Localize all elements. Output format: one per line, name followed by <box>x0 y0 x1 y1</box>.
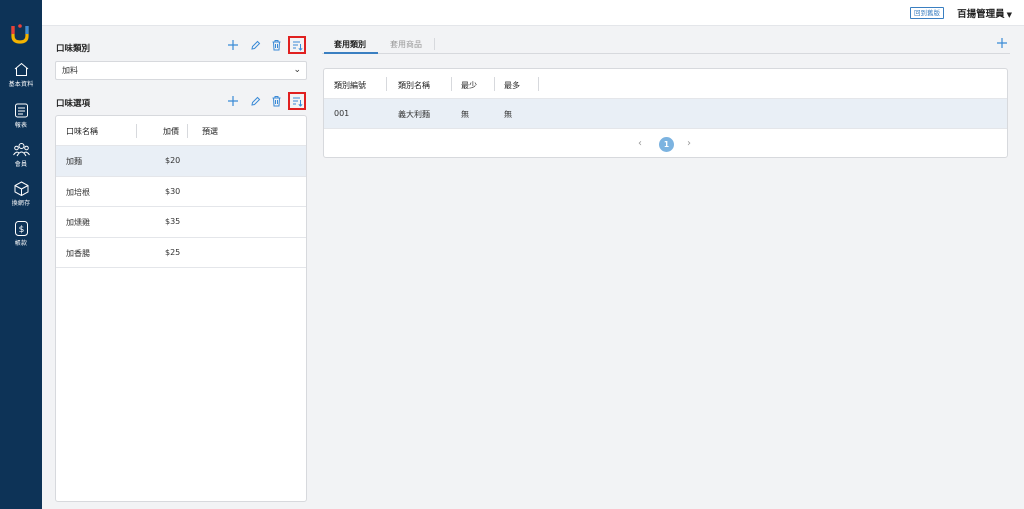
trash-icon <box>272 40 280 51</box>
brand-logo-icon <box>11 24 29 44</box>
pencil-icon <box>250 40 260 50</box>
sidebar-item-inventory[interactable]: 換網存 <box>0 181 42 207</box>
column-divider <box>451 77 452 91</box>
page-number-button[interactable]: 1 <box>659 137 674 152</box>
column-divider <box>136 124 137 138</box>
column-divider <box>494 77 495 91</box>
delete-category-button[interactable] <box>267 36 285 54</box>
pagination: ‹ 1 › <box>324 131 1007 157</box>
option-name: 加燻雞 <box>66 218 90 227</box>
apply-category-table: 類別編號 類別名稱 最少 最多 001 義大利麵 無 無 ‹ 1 › <box>323 68 1008 158</box>
edit-category-button[interactable] <box>246 36 264 54</box>
category-name: 義大利麵 <box>398 110 430 119</box>
sort-category-button[interactable] <box>288 36 306 54</box>
table-row[interactable]: 加香腸 $25 <box>56 238 306 268</box>
column-header: 預選 <box>202 127 218 136</box>
column-header: 類別名稱 <box>398 81 430 90</box>
option-name: 加培根 <box>66 187 90 197</box>
table-row[interactable]: 加培根 $30 <box>56 177 306 207</box>
flavor-options-table: 口味名稱 加價 預選 加麵 $20 加培根 $30 加燻雞 $35 加香腸 $2… <box>55 115 307 502</box>
flavor-options-actions <box>224 92 306 110</box>
sidebar-item-label: 基本資料 <box>8 81 34 88</box>
column-divider <box>187 124 188 138</box>
sidebar-item-members[interactable]: 會員 <box>0 142 42 168</box>
svg-text:$: $ <box>18 225 24 235</box>
flavor-category-actions <box>224 36 306 54</box>
back-to-old-version-button[interactable]: 回到舊版 <box>910 7 944 19</box>
sidebar-item-reports[interactable]: 報表 <box>0 103 42 129</box>
dollar-icon: $ <box>14 221 28 236</box>
sidebar-item-label: 帳款 <box>14 240 28 247</box>
sidebar-item-label: 會員 <box>14 161 28 168</box>
flavor-panel: 口味類別 加料 ⌄ 口味選項 口味名稱 加價 預選 加麵 $20 加培根 $30… <box>50 32 312 502</box>
option-price: $20 <box>165 156 181 165</box>
plus-icon <box>228 96 238 106</box>
user-menu[interactable]: 百揚管理員 ▼ <box>957 6 1012 20</box>
top-bar: 回到舊版 百揚管理員 ▼ <box>42 0 1024 26</box>
delete-option-button[interactable] <box>267 92 285 110</box>
flavor-options-title: 口味選項 <box>56 99 91 109</box>
add-category-button[interactable] <box>224 36 242 54</box>
table-header: 類別編號 類別名稱 最少 最多 <box>324 69 1007 99</box>
add-apply-button[interactable] <box>996 37 1008 52</box>
category-id: 001 <box>334 109 350 118</box>
chevron-down-icon: ⌄ <box>293 65 301 75</box>
plus-icon <box>997 38 1007 48</box>
sidebar-item-basic-data[interactable]: 基本資料 <box>0 62 42 88</box>
sidebar-item-label: 換網存 <box>11 200 31 207</box>
column-divider <box>538 77 539 91</box>
flavor-category-select[interactable]: 加料 ⌄ <box>55 61 307 80</box>
column-header: 最少 <box>461 81 477 90</box>
edit-option-button[interactable] <box>246 92 264 110</box>
box-icon <box>14 181 28 196</box>
option-name: 加香腸 <box>66 248 90 258</box>
table-row[interactable]: 加麵 $20 <box>56 146 306 177</box>
trash-icon <box>272 96 280 107</box>
prev-page-icon[interactable]: ‹ <box>638 138 642 149</box>
active-tab-indicator <box>324 52 378 54</box>
tab-divider <box>434 38 435 50</box>
option-name: 加麵 <box>66 157 82 166</box>
next-page-icon[interactable]: › <box>687 138 691 149</box>
members-icon <box>12 143 30 157</box>
column-header: 類別編號 <box>334 81 366 90</box>
column-header: 加價 <box>163 127 179 136</box>
home-icon <box>14 62 28 76</box>
table-row[interactable]: 加燻雞 $35 <box>56 207 306 238</box>
select-value: 加料 <box>62 66 78 75</box>
sort-icon <box>292 97 303 107</box>
report-icon <box>14 103 28 118</box>
flavor-category-title: 口味類別 <box>56 44 91 54</box>
apply-tabs: 套用類別 套用商品 <box>322 32 1010 54</box>
column-header: 口味名稱 <box>66 127 98 136</box>
sidebar: 基本資料 報表 會員 換網存 $ 帳款 <box>0 0 42 509</box>
caret-down-icon: ▼ <box>1006 11 1012 19</box>
table-row[interactable]: 001 義大利麵 無 無 <box>324 99 1007 129</box>
sort-icon <box>292 41 303 51</box>
sort-option-button[interactable] <box>288 92 306 110</box>
column-divider <box>386 77 387 91</box>
tab-apply-category[interactable]: 套用類別 <box>334 39 366 50</box>
option-price: $25 <box>165 247 181 257</box>
pencil-icon <box>250 96 260 106</box>
sidebar-item-label: 報表 <box>14 122 28 129</box>
column-header: 最多 <box>504 81 520 90</box>
add-option-button[interactable] <box>224 92 242 110</box>
sidebar-item-accounts[interactable]: $ 帳款 <box>0 221 42 247</box>
category-min: 無 <box>461 110 469 119</box>
user-name: 百揚管理員 <box>957 9 1005 20</box>
option-price: $30 <box>165 186 181 196</box>
table-header: 口味名稱 加價 預選 <box>56 116 306 146</box>
category-max: 無 <box>504 110 512 119</box>
tab-apply-product[interactable]: 套用商品 <box>390 39 422 50</box>
option-price: $35 <box>165 217 181 226</box>
plus-icon <box>228 40 238 50</box>
